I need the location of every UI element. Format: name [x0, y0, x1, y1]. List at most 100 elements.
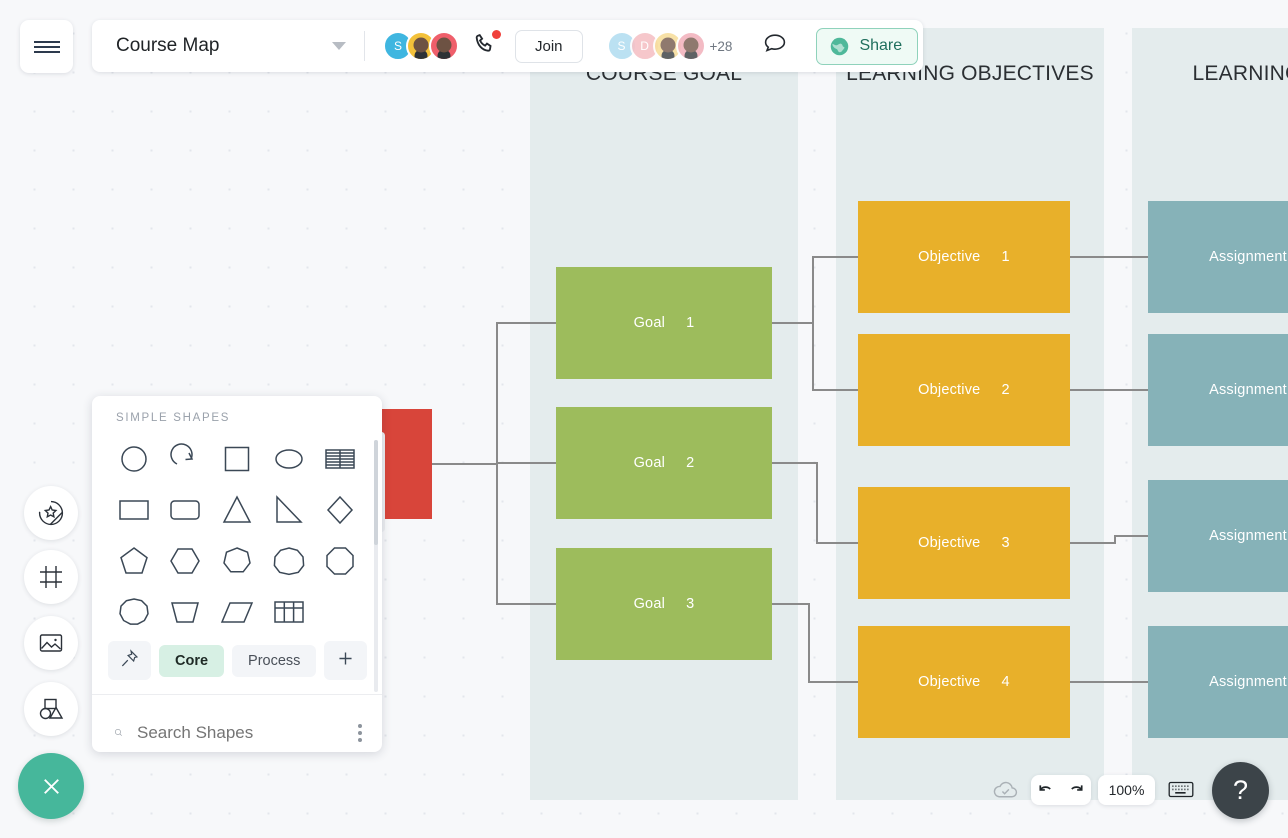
- redo-arrow-icon[interactable]: [1067, 782, 1086, 799]
- diagram-node[interactable]: Objective 3: [858, 487, 1070, 599]
- document-title[interactable]: Course Map: [116, 35, 220, 57]
- diagram-node[interactable]: Assignment: [1148, 480, 1288, 592]
- phone-call-button[interactable]: [473, 29, 501, 62]
- diagram-node[interactable]: Objective 2: [858, 334, 1070, 446]
- plus-icon: [339, 652, 352, 665]
- sidebar-item-stickers[interactable]: [24, 486, 78, 540]
- shape-item-pentagon[interactable]: [108, 538, 160, 584]
- undo-arrow-icon[interactable]: [1036, 782, 1055, 799]
- connector-line[interactable]: [1116, 681, 1148, 683]
- diagram-node[interactable]: Assignment: [1148, 201, 1288, 313]
- octagon-shape: [326, 547, 354, 575]
- diagram-node[interactable]: Assignment: [1148, 626, 1288, 738]
- shapes-panel-scrollbar[interactable]: [374, 440, 378, 692]
- share-button[interactable]: Share: [816, 27, 919, 65]
- sidebar-item-frames[interactable]: [24, 550, 78, 604]
- avatar-photo[interactable]: [675, 31, 706, 61]
- diagram-node[interactable]: Goal 1: [556, 267, 772, 379]
- shape-item-rounded-rectangle[interactable]: [160, 487, 212, 533]
- share-button-label: Share: [859, 37, 903, 54]
- table-shape: [273, 601, 304, 623]
- pinned-shapes-tab[interactable]: [108, 641, 151, 680]
- heptagon-shape: [223, 547, 251, 573]
- connector-line[interactable]: [812, 256, 814, 391]
- shape-item-triangle[interactable]: [211, 487, 263, 533]
- shape-item-octagon[interactable]: [314, 538, 366, 584]
- connector-line[interactable]: [808, 681, 858, 683]
- viewer-overflow-count: +28: [709, 38, 733, 54]
- sidebar-item-images[interactable]: [24, 616, 78, 670]
- shape-item-decagon[interactable]: [108, 589, 160, 635]
- avatar-label: D: [640, 39, 649, 53]
- right-triangle-shape: [275, 495, 303, 523]
- zoom-level-button[interactable]: 100%: [1098, 775, 1155, 805]
- shape-item-nonagon[interactable]: [263, 538, 315, 584]
- active-collaborator-avatars[interactable]: S: [383, 31, 459, 61]
- sidebar-item-shapes[interactable]: [24, 682, 78, 736]
- connector-line[interactable]: [772, 322, 812, 324]
- shape-item-trapezoid[interactable]: [160, 589, 212, 635]
- connector-line[interactable]: [496, 603, 556, 605]
- keyboard-shortcuts-button[interactable]: [1168, 780, 1194, 804]
- search-input[interactable]: [137, 722, 358, 743]
- avatar-photo[interactable]: [429, 31, 459, 61]
- add-shape-category-button[interactable]: [324, 641, 368, 680]
- connector-line[interactable]: [812, 256, 858, 258]
- swimlane-title[interactable]: LEARNING OU: [1132, 62, 1288, 86]
- connector-line[interactable]: [1114, 535, 1148, 537]
- parallelogram-shape: [220, 602, 254, 623]
- close-panel-button[interactable]: [18, 753, 84, 819]
- diagram-node[interactable]: Assignment: [1148, 334, 1288, 446]
- triangle-shape: [222, 495, 252, 523]
- diagram-node[interactable]: Goal 3: [556, 548, 772, 660]
- connector-line[interactable]: [496, 322, 556, 324]
- magnifier-icon: [115, 729, 122, 736]
- connector-line[interactable]: [432, 463, 496, 465]
- help-button[interactable]: ?: [1212, 762, 1269, 819]
- pin-icon: [121, 649, 139, 667]
- shape-tab-process[interactable]: Process: [232, 644, 317, 677]
- connector-line[interactable]: [772, 462, 816, 464]
- connector-line[interactable]: [808, 603, 810, 683]
- connector-line[interactable]: [1110, 256, 1148, 258]
- shape-item-square[interactable]: [211, 436, 263, 482]
- shape-tab-core[interactable]: Core: [159, 644, 225, 677]
- comment-button[interactable]: [762, 32, 788, 61]
- connector-line[interactable]: [1070, 542, 1114, 544]
- save-status-button[interactable]: [992, 779, 1019, 806]
- shape-item-parallelogram[interactable]: [211, 589, 263, 635]
- shape-item-circle[interactable]: [108, 436, 160, 482]
- connector-line[interactable]: [1112, 389, 1148, 391]
- rounded-rectangle-shape: [170, 500, 201, 520]
- shape-item-right-triangle[interactable]: [263, 487, 315, 533]
- viewer-avatars[interactable]: SD: [606, 31, 706, 61]
- connector-line[interactable]: [1070, 389, 1112, 391]
- image-icon: [39, 634, 63, 652]
- shape-item-ellipse[interactable]: [263, 436, 315, 482]
- connector-line[interactable]: [1070, 256, 1110, 258]
- shape-item-diamond[interactable]: [314, 487, 366, 533]
- shape-item-hexagon[interactable]: [160, 538, 212, 584]
- connector-line[interactable]: [1070, 681, 1116, 683]
- connector-line[interactable]: [812, 389, 858, 391]
- chevron-down-icon[interactable]: [332, 42, 346, 50]
- avatar-label: S: [617, 39, 626, 53]
- diagram-node[interactable]: Objective 1: [858, 201, 1070, 313]
- connector-line[interactable]: [496, 462, 556, 464]
- connector-line[interactable]: [816, 462, 818, 544]
- shape-item-rectangle[interactable]: [108, 487, 160, 533]
- diagram-node[interactable]: Goal 2: [556, 407, 772, 519]
- diagram-node[interactable]: [382, 409, 432, 519]
- shape-item-table[interactable]: [263, 589, 315, 635]
- kebab-menu-icon[interactable]: [358, 723, 362, 742]
- shape-item-arc[interactable]: [160, 436, 212, 482]
- diagram-node[interactable]: Objective 4: [858, 626, 1070, 738]
- toolbar-divider: [364, 31, 365, 61]
- join-call-button[interactable]: Join: [515, 29, 583, 63]
- shape-item-striped-table[interactable]: [314, 436, 366, 482]
- connector-line[interactable]: [816, 542, 858, 544]
- shape-item-heptagon[interactable]: [211, 538, 263, 584]
- connector-line[interactable]: [772, 603, 808, 605]
- avatar-label: S: [393, 39, 402, 53]
- main-menu-button[interactable]: [20, 20, 73, 73]
